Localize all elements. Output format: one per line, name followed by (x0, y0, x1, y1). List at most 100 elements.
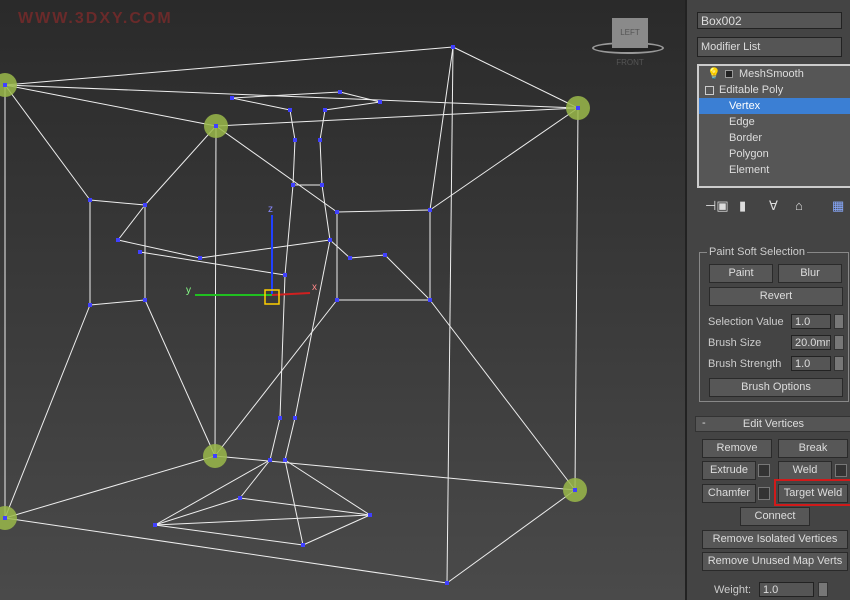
paint-button[interactable]: Paint (709, 264, 773, 283)
spinner[interactable] (834, 335, 844, 350)
vertex[interactable] (3, 516, 7, 520)
stack-item-border[interactable]: Border (699, 130, 850, 146)
expand-plus-icon[interactable] (725, 70, 733, 78)
vertex[interactable] (576, 106, 580, 110)
blur-button[interactable]: Blur (778, 264, 842, 283)
wire-edge (215, 107, 579, 127)
configure-modifier-sets-icon[interactable]: ▦ (832, 198, 844, 214)
vertex[interactable] (198, 256, 202, 260)
viewport-perspective[interactable]: z y x WWW.3DXY.COM LEFT FRONT (0, 0, 685, 600)
chamfer-button[interactable]: Chamfer (702, 484, 756, 503)
wire-edge (4, 84, 579, 109)
stack-label: Border (729, 132, 763, 144)
vertex[interactable] (338, 90, 342, 94)
vertex[interactable] (88, 198, 92, 202)
stack-item-edge[interactable]: Edge (699, 114, 850, 130)
vertex[interactable] (283, 273, 287, 277)
object-name-field[interactable]: Box002 (697, 12, 842, 29)
remove-modifier-icon[interactable]: ⌂ (795, 198, 803, 213)
highlight-box (774, 479, 850, 506)
vertex[interactable] (328, 238, 332, 242)
stack-item-element[interactable]: Element (699, 162, 850, 178)
weld-button[interactable]: Weld (778, 461, 832, 480)
remove-isolated-vertices-button[interactable]: Remove Isolated Vertices (702, 530, 848, 549)
vertex[interactable] (301, 543, 305, 547)
selection-value-input[interactable]: 1.0 (791, 314, 831, 329)
revert-button[interactable]: Revert (709, 287, 843, 306)
vertex[interactable] (320, 183, 324, 187)
vertex[interactable] (3, 83, 7, 87)
vertex[interactable] (428, 298, 432, 302)
make-unique-icon[interactable]: ∀ (769, 198, 778, 214)
wire-edge (4, 304, 91, 519)
remove-button[interactable]: Remove (702, 439, 772, 458)
vertex[interactable] (230, 96, 234, 100)
wireframe-model[interactable]: z y x (0, 0, 685, 600)
vertex[interactable] (291, 183, 295, 187)
show-end-result-icon[interactable]: ▮ (739, 198, 746, 214)
brush-strength-input[interactable]: 1.0 (791, 356, 831, 371)
extrude-button[interactable]: Extrude (702, 461, 756, 480)
vertex[interactable] (268, 458, 272, 462)
viewcube[interactable]: LEFT FRONT (612, 18, 648, 67)
vertex[interactable] (573, 488, 577, 492)
vertex[interactable] (323, 108, 327, 112)
wire-edge (574, 107, 579, 491)
break-button[interactable]: Break (778, 439, 848, 458)
edit-vertices-rollout-header[interactable]: - Edit Vertices (695, 416, 850, 432)
vertex[interactable] (335, 210, 339, 214)
lightbulb-icon[interactable]: 💡 (707, 66, 721, 82)
soft-selected-vertex[interactable] (0, 506, 17, 530)
stack-item-meshsmooth[interactable]: 💡 MeshSmooth (699, 66, 850, 82)
vertex[interactable] (278, 416, 282, 420)
gizmo-axis-label: x (312, 282, 317, 293)
chamfer-settings-icon[interactable] (758, 487, 770, 500)
collapse-minus-icon[interactable] (705, 86, 714, 95)
weight-input[interactable]: 1.0 (759, 582, 814, 597)
pin-stack-icon[interactable]: ⊣▣ (705, 198, 729, 214)
vertex[interactable] (138, 250, 142, 254)
modifier-stack: 💡 MeshSmooth Editable Poly Vertex Edge Bo… (697, 64, 850, 188)
brush-strength-label: Brush Strength (708, 358, 782, 370)
vertex[interactable] (143, 203, 147, 207)
brush-size-input[interactable]: 20.0mm (791, 335, 831, 350)
stack-item-editable-poly[interactable]: Editable Poly (699, 82, 850, 98)
vertex[interactable] (428, 208, 432, 212)
vertex[interactable] (153, 523, 157, 527)
vertex[interactable] (116, 238, 120, 242)
wire-edge (284, 459, 304, 546)
modifier-list-dropdown[interactable]: Modifier List (697, 37, 842, 57)
vertex[interactable] (368, 513, 372, 517)
vertex[interactable] (213, 454, 217, 458)
connect-button[interactable]: Connect (740, 507, 810, 526)
vertex[interactable] (143, 298, 147, 302)
stack-item-vertex[interactable]: Vertex (699, 98, 850, 114)
stack-item-polygon[interactable]: Polygon (699, 146, 850, 162)
vertex[interactable] (88, 303, 92, 307)
vertex[interactable] (445, 581, 449, 585)
vertex[interactable] (318, 138, 322, 142)
vertex[interactable] (288, 108, 292, 112)
vertex[interactable] (383, 253, 387, 257)
vertex[interactable] (451, 45, 455, 49)
vertex[interactable] (378, 100, 382, 104)
remove-unused-map-verts-button[interactable]: Remove Unused Map Verts (702, 552, 848, 571)
vertex[interactable] (293, 138, 297, 142)
wire-edge (214, 299, 338, 457)
vertex[interactable] (335, 298, 339, 302)
vertex[interactable] (293, 416, 297, 420)
soft-selected-vertex[interactable] (0, 73, 17, 97)
vertex[interactable] (214, 124, 218, 128)
weld-settings-icon[interactable] (835, 464, 847, 477)
wire-edge (4, 46, 454, 86)
wire-edge (446, 489, 576, 584)
vertex[interactable] (238, 496, 242, 500)
vertex[interactable] (348, 256, 352, 260)
command-panel: Box002 Modifier List 💡 MeshSmooth Editabl… (685, 0, 850, 600)
spinner[interactable] (818, 582, 828, 597)
spinner[interactable] (834, 356, 844, 371)
extrude-settings-icon[interactable] (758, 464, 770, 477)
spinner[interactable] (834, 314, 844, 329)
brush-options-button[interactable]: Brush Options (709, 378, 843, 397)
vertex[interactable] (283, 458, 287, 462)
